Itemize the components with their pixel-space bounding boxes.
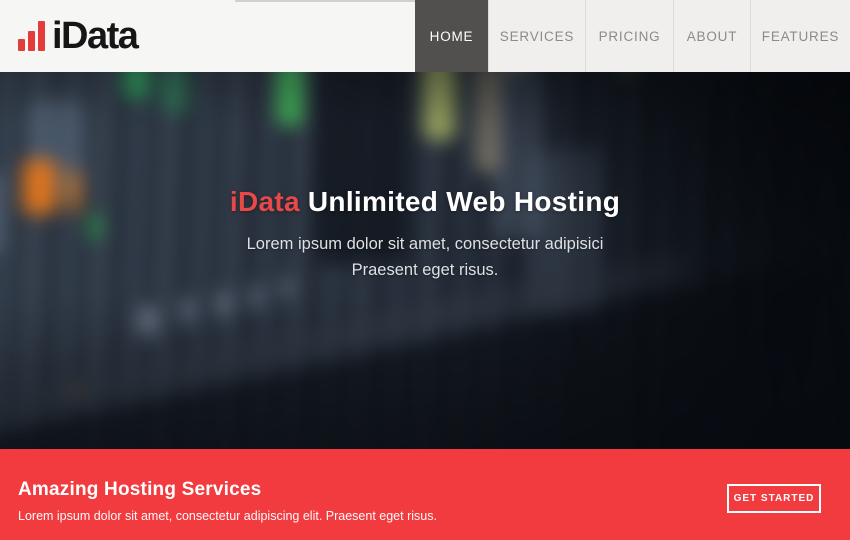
hero-title-rest: Unlimited Web Hosting <box>300 186 620 217</box>
nav-item-services[interactable]: SERVICES <box>488 0 585 72</box>
cta-text: Lorem ipsum dolor sit amet, consectetur … <box>18 509 437 523</box>
nav-item-pricing[interactable]: PRICING <box>585 0 673 72</box>
hero-subtitle-line2: Praesent eget risus. <box>0 257 850 283</box>
header: iData HOME SERVICES PRICING ABOUT FEATUR… <box>0 0 850 72</box>
hero-subtitle-line1: Lorem ipsum dolor sit amet, consectetur … <box>0 231 850 257</box>
cta-heading: Amazing Hosting Services <box>18 479 261 501</box>
get-started-button[interactable]: GET STARTED <box>727 484 821 513</box>
brand-logo[interactable]: iData <box>18 0 137 72</box>
hero-content: iData Unlimited Web Hosting Lorem ipsum … <box>0 72 850 449</box>
hero-title-highlight: iData <box>230 186 300 217</box>
cta-bar: Amazing Hosting Services Lorem ipsum dol… <box>0 449 850 540</box>
bar-chart-icon <box>18 21 45 51</box>
brand-name: iData <box>52 15 137 58</box>
nav-item-features[interactable]: FEATURES <box>750 0 850 72</box>
hero-section: iData Unlimited Web Hosting Lorem ipsum … <box>0 72 850 449</box>
hero-title: iData Unlimited Web Hosting <box>0 186 850 218</box>
nav-item-home[interactable]: HOME <box>415 0 488 72</box>
page: iData HOME SERVICES PRICING ABOUT FEATUR… <box>0 0 850 540</box>
hero-subtitle: Lorem ipsum dolor sit amet, consectetur … <box>0 231 850 283</box>
nav-item-about[interactable]: ABOUT <box>673 0 750 72</box>
main-nav: HOME SERVICES PRICING ABOUT FEATURES <box>415 0 850 72</box>
